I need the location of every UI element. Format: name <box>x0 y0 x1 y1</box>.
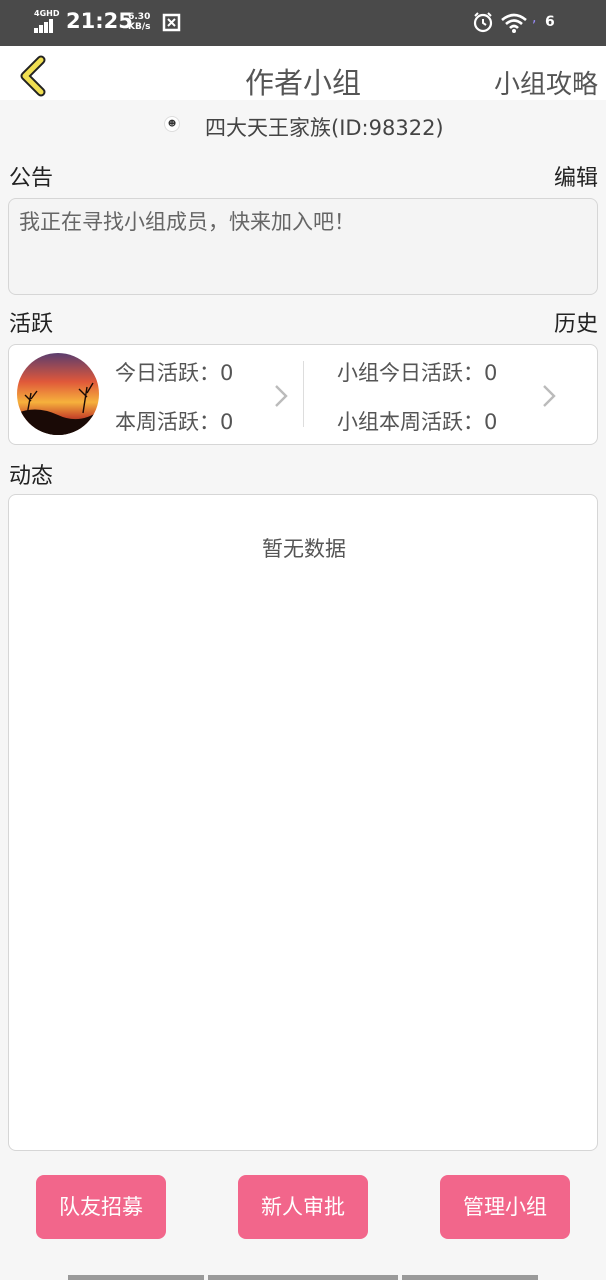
clock: 21:25 <box>66 9 133 33</box>
group-name: 四大天王家族(ID:98322) <box>205 116 444 140</box>
group-strategy-link[interactable]: 小组攻略 <box>494 64 598 101</box>
activity-label: 活跃 <box>9 312 54 337</box>
group-today-activity: 小组今日活跃：0 <box>337 361 498 385</box>
net-speed: 6.30 KB/s <box>128 12 151 32</box>
today-activity: 今日活跃：0 <box>115 361 234 385</box>
signal-icon <box>34 19 60 33</box>
notice-text: 我正在寻找小组成员，快来加入吧！ <box>19 210 355 234</box>
user-avatar[interactable] <box>17 353 99 435</box>
chevron-right-icon[interactable] <box>273 383 289 409</box>
battery-level: 6 <box>545 14 555 30</box>
edit-notice-button[interactable]: 编辑 <box>554 160 598 192</box>
wifi-icon <box>501 13 527 33</box>
activity-card: 今日活跃：0 本周活跃：0 小组今日活跃：0 小组本周活跃：0 <box>8 344 598 445</box>
network-type: 4GHD <box>34 9 60 18</box>
nav-gesture-bar <box>402 1275 538 1280</box>
app-bar: 作者小组 小组攻略 <box>0 46 606 100</box>
empty-state-text: 暂无数据 <box>262 537 346 561</box>
feed-box: 暂无数据 <box>8 494 598 1151</box>
feed-label: 动态 <box>9 464 54 489</box>
manage-group-button[interactable]: 管理小组 <box>440 1175 570 1239</box>
nav-gesture-bar <box>68 1275 204 1280</box>
notice-box: 我正在寻找小组成员，快来加入吧！ <box>8 198 598 295</box>
divider <box>303 361 304 427</box>
chevron-right-icon[interactable] <box>541 383 557 409</box>
group-week-activity: 小组本周活跃：0 <box>337 410 498 434</box>
recruit-teammates-button[interactable]: 队友招募 <box>36 1175 166 1239</box>
notice-label: 公告 <box>9 166 54 191</box>
signal-dot-icon: , <box>532 10 537 26</box>
approve-newcomers-button[interactable]: 新人审批 <box>238 1175 368 1239</box>
nav-gesture-bar <box>208 1275 398 1280</box>
group-avatar-icon: ☻ <box>164 116 180 132</box>
week-activity: 本周活跃：0 <box>115 410 234 434</box>
history-button[interactable]: 历史 <box>554 306 598 338</box>
status-bar: 4GHD 21:25 6.30 KB/s , 6 <box>0 0 606 46</box>
alarm-icon <box>473 12 493 33</box>
screenshot-icon <box>162 13 181 32</box>
